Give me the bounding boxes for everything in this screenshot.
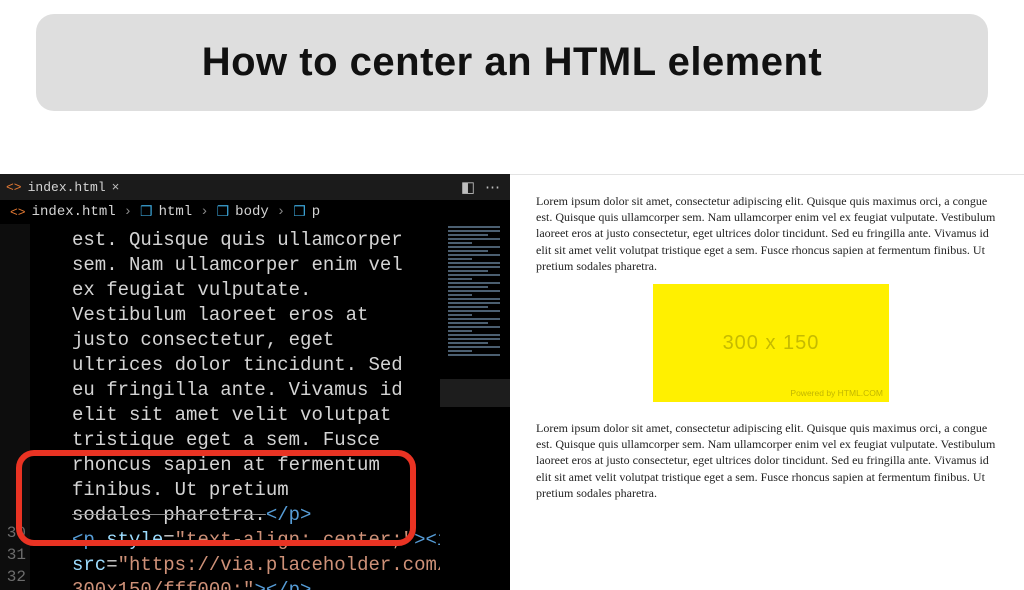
chevron-right-icon: ›: [200, 204, 208, 220]
code-token: >: [254, 579, 265, 590]
tab-actions: ◧ ⋯: [461, 178, 510, 197]
editor-tab[interactable]: <> index.html ×: [6, 180, 119, 195]
cube-icon: ❒: [217, 204, 230, 221]
code-token: "text-align: center;": [175, 529, 414, 551]
file-icon: <>: [6, 180, 22, 195]
chevron-right-icon: ›: [124, 204, 132, 220]
line-number: 30: [0, 522, 30, 544]
code-editor: <> index.html × ◧ ⋯ <>index.html › ❒html…: [0, 174, 510, 590]
close-icon[interactable]: ×: [112, 180, 120, 195]
tab-filename: index.html: [28, 180, 106, 195]
placeholder-image: 300 x 150 Powered by HTML.COM: [653, 284, 889, 402]
placeholder-byline: Powered by HTML.COM: [790, 388, 883, 398]
placeholder-label: 300 x 150: [653, 332, 889, 355]
code-token: =: [163, 529, 174, 551]
code-token: src: [72, 554, 106, 576]
code-paragraph-tail: sodales pharetra.: [72, 504, 266, 526]
code-token: <p: [72, 529, 106, 551]
crumb-file: index.html: [32, 204, 116, 220]
cube-icon: ❒: [293, 204, 306, 221]
title-bar: How to center an HTML element: [36, 14, 988, 111]
code-content[interactable]: est. Quisque quis ullamcorper sem. Nam u…: [30, 224, 510, 590]
file-icon: <>: [10, 205, 26, 220]
preview-paragraph: Lorem ipsum dolor sit amet, consectetur …: [536, 420, 1006, 501]
code-close-p: </p>: [266, 504, 312, 526]
panes: <> index.html × ◧ ⋯ <>index.html › ❒html…: [0, 174, 1024, 590]
line-number: 32: [0, 566, 30, 588]
split-editor-icon[interactable]: ◧: [461, 178, 475, 197]
code-area[interactable]: 30 31 32 est. Quisque quis ullamcorper s…: [0, 224, 510, 590]
cube-icon: ❒: [140, 204, 153, 221]
page-title: How to center an HTML element: [56, 40, 968, 85]
preview-paragraph: Lorem ipsum dolor sit amet, consectetur …: [536, 193, 1006, 274]
chevron-right-icon: ›: [277, 204, 285, 220]
minimap-viewport[interactable]: [440, 379, 510, 407]
crumb-p: p: [312, 204, 320, 220]
minimap[interactable]: [440, 224, 510, 590]
code-token: </p>: [266, 579, 312, 590]
editor-tabbar: <> index.html × ◧ ⋯: [0, 174, 510, 200]
breadcrumb[interactable]: <> index.html › ❒ html › ❒ body › ❒ p: [0, 200, 510, 224]
code-paragraph: est. Quisque quis ullamcorper sem. Nam u…: [72, 228, 432, 503]
code-token: 300x150/fff000;": [72, 579, 254, 590]
code-token: =: [106, 554, 117, 576]
line-number: 31: [0, 544, 30, 566]
placeholder-wrap: 300 x 150 Powered by HTML.COM: [536, 284, 1006, 406]
code-token: style: [106, 529, 163, 551]
code-token: ><: [414, 529, 437, 551]
crumb-body: body: [235, 204, 269, 220]
crumb-html: html: [159, 204, 193, 220]
code-token: "https://via.placeholder.com/: [118, 554, 449, 576]
browser-preview: Lorem ipsum dolor sit amet, consectetur …: [510, 174, 1024, 590]
more-icon[interactable]: ⋯: [485, 178, 500, 197]
line-gutter: 30 31 32: [0, 224, 30, 590]
